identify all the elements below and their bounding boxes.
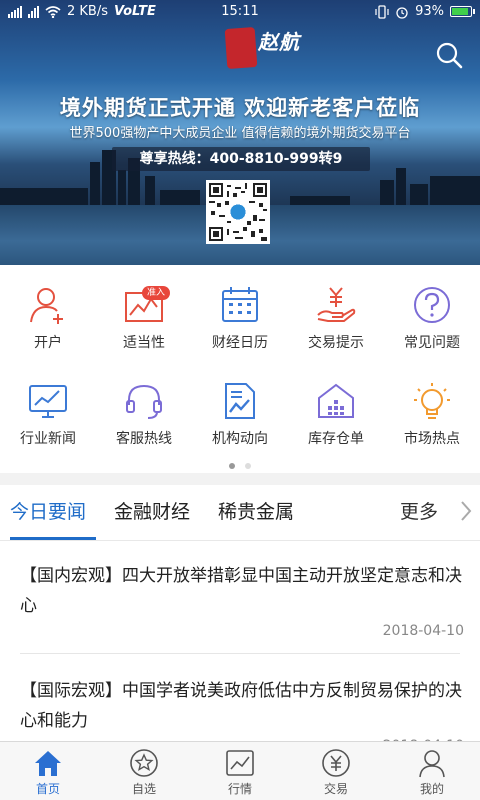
app-logo: 赵航 (258, 30, 300, 54)
news-tabs: 今日要闻 金融财经 稀贵金属 更多 (0, 485, 480, 541)
nav-label: 自选 (131, 782, 156, 796)
menu-market-hotspots[interactable]: 市场热点 (384, 361, 480, 451)
home-icon (35, 751, 61, 776)
menu-calendar[interactable]: 财经日历 (192, 265, 288, 355)
logo-seal-icon (224, 27, 258, 69)
menu-label: 库存仓单 (308, 431, 364, 447)
menu-label: 市场热点 (404, 431, 460, 447)
nav-label: 行情 (227, 782, 252, 796)
menu-label: 交易提示 (308, 335, 364, 351)
menu-institution-trend[interactable]: 机构动向 (192, 361, 288, 451)
status-bar: 2 KB/s VoLTE 15:11 93% (0, 0, 480, 24)
page-dot (245, 463, 251, 469)
tab-precious-metals[interactable]: 稀贵金属 (218, 497, 294, 524)
quick-menu: 开户 准入 适当性 财经日历 交易提示 常见问题 行业新闻 客服热线 机构动向 … (0, 265, 480, 473)
status-right: 93% (375, 4, 475, 19)
person-icon (419, 750, 445, 778)
app-screen: 2 KB/s VoLTE 15:11 93% 赵航 境外期货正式开通 欢迎新老客… (0, 0, 480, 800)
menu-faq[interactable]: 常见问题 (384, 265, 480, 355)
yen-hand-icon (317, 287, 356, 322)
menu-label: 财经日历 (212, 335, 268, 351)
suitability-badge: 准入 (142, 286, 171, 300)
nav-label: 交易 (323, 782, 348, 796)
menu-label: 开户 (34, 335, 62, 351)
news-title: 【国内宏观】四大开放举措彰显中国主动开放坚定意志和决心 (20, 566, 462, 616)
menu-open-account[interactable]: 开户 (0, 265, 96, 355)
page-dot-active (229, 463, 235, 469)
nav-trade[interactable]: 交易 (288, 742, 384, 800)
calendar-icon (222, 287, 258, 322)
more-link[interactable]: 更多 (400, 497, 438, 524)
nav-watchlist[interactable]: 自选 (96, 742, 192, 800)
news-list: 【国内宏观】四大开放举措彰显中国主动开放坚定意志和决心 2018-04-10 【… (0, 541, 480, 741)
menu-label: 客服热线 (116, 431, 172, 447)
nav-mine[interactable]: 我的 (384, 742, 480, 800)
news-divider (20, 653, 460, 654)
menu-warehouse-receipts[interactable]: 库存仓单 (288, 361, 384, 451)
menu-label: 行业新闻 (20, 431, 76, 447)
search-icon[interactable] (434, 40, 464, 70)
menu-trade-tips[interactable]: 交易提示 (288, 265, 384, 355)
yen-circle-icon (322, 749, 350, 777)
nav-home[interactable]: 首页 (0, 742, 96, 800)
vibrate-icon (375, 4, 389, 19)
market-chart-icon (226, 750, 254, 776)
news-date: 2018-04-10 (382, 623, 464, 639)
banner-hotline: 尊享热线：400-8810-999转9 (112, 147, 370, 171)
nav-market[interactable]: 行情 (192, 742, 288, 800)
menu-service-hotline[interactable]: 客服热线 (96, 361, 192, 451)
tab-today-news[interactable]: 今日要闻 (10, 497, 86, 524)
lightbulb-icon (414, 383, 450, 419)
news-item[interactable]: 【国内宏观】四大开放举措彰显中国主动开放坚定意志和决心 2018-04-10 (20, 561, 464, 639)
nav-label: 首页 (35, 782, 60, 796)
document-chart-icon (225, 383, 255, 419)
menu-label: 适当性 (123, 335, 165, 351)
news-title: 【国际宏观】中国学者说美政府低估中方反制贸易保护的决心和能力 (20, 681, 462, 731)
menu-label: 机构动向 (212, 431, 268, 447)
banner-subline: 世界500强物产中大成员企业 值得信赖的境外期货交易平台 (69, 126, 411, 141)
qr-code (206, 180, 270, 244)
alarm-icon (396, 6, 408, 19)
user-add-icon (30, 288, 63, 324)
section-divider (0, 473, 480, 485)
chevron-right-icon[interactable] (460, 500, 472, 522)
battery-percent: 93% (415, 4, 444, 19)
promo-banner[interactable]: 2 KB/s VoLTE 15:11 93% 赵航 境外期货正式开通 欢迎新老客… (0, 0, 480, 265)
bottom-nav: 首页 自选 行情 交易 我的 (0, 741, 480, 800)
menu-industry-news[interactable]: 行业新闻 (0, 361, 96, 451)
menu-label: 常见问题 (404, 335, 460, 351)
banner-headline: 境外期货正式开通 欢迎新老客户莅临 (59, 96, 421, 120)
star-icon (130, 749, 158, 777)
active-tab-indicator (10, 537, 96, 540)
monitor-chart-icon (29, 385, 67, 418)
battery-icon (450, 6, 475, 17)
warehouse-icon (318, 383, 354, 418)
menu-suitability[interactable]: 准入 适当性 (96, 265, 192, 355)
page-indicator (0, 454, 480, 473)
headset-icon (126, 384, 162, 419)
news-item[interactable]: 【国际宏观】中国学者说美政府低估中方反制贸易保护的决心和能力 2018-04-1… (20, 676, 464, 741)
question-icon (414, 287, 450, 323)
tab-finance[interactable]: 金融财经 (114, 497, 190, 524)
nav-label: 我的 (419, 782, 444, 796)
